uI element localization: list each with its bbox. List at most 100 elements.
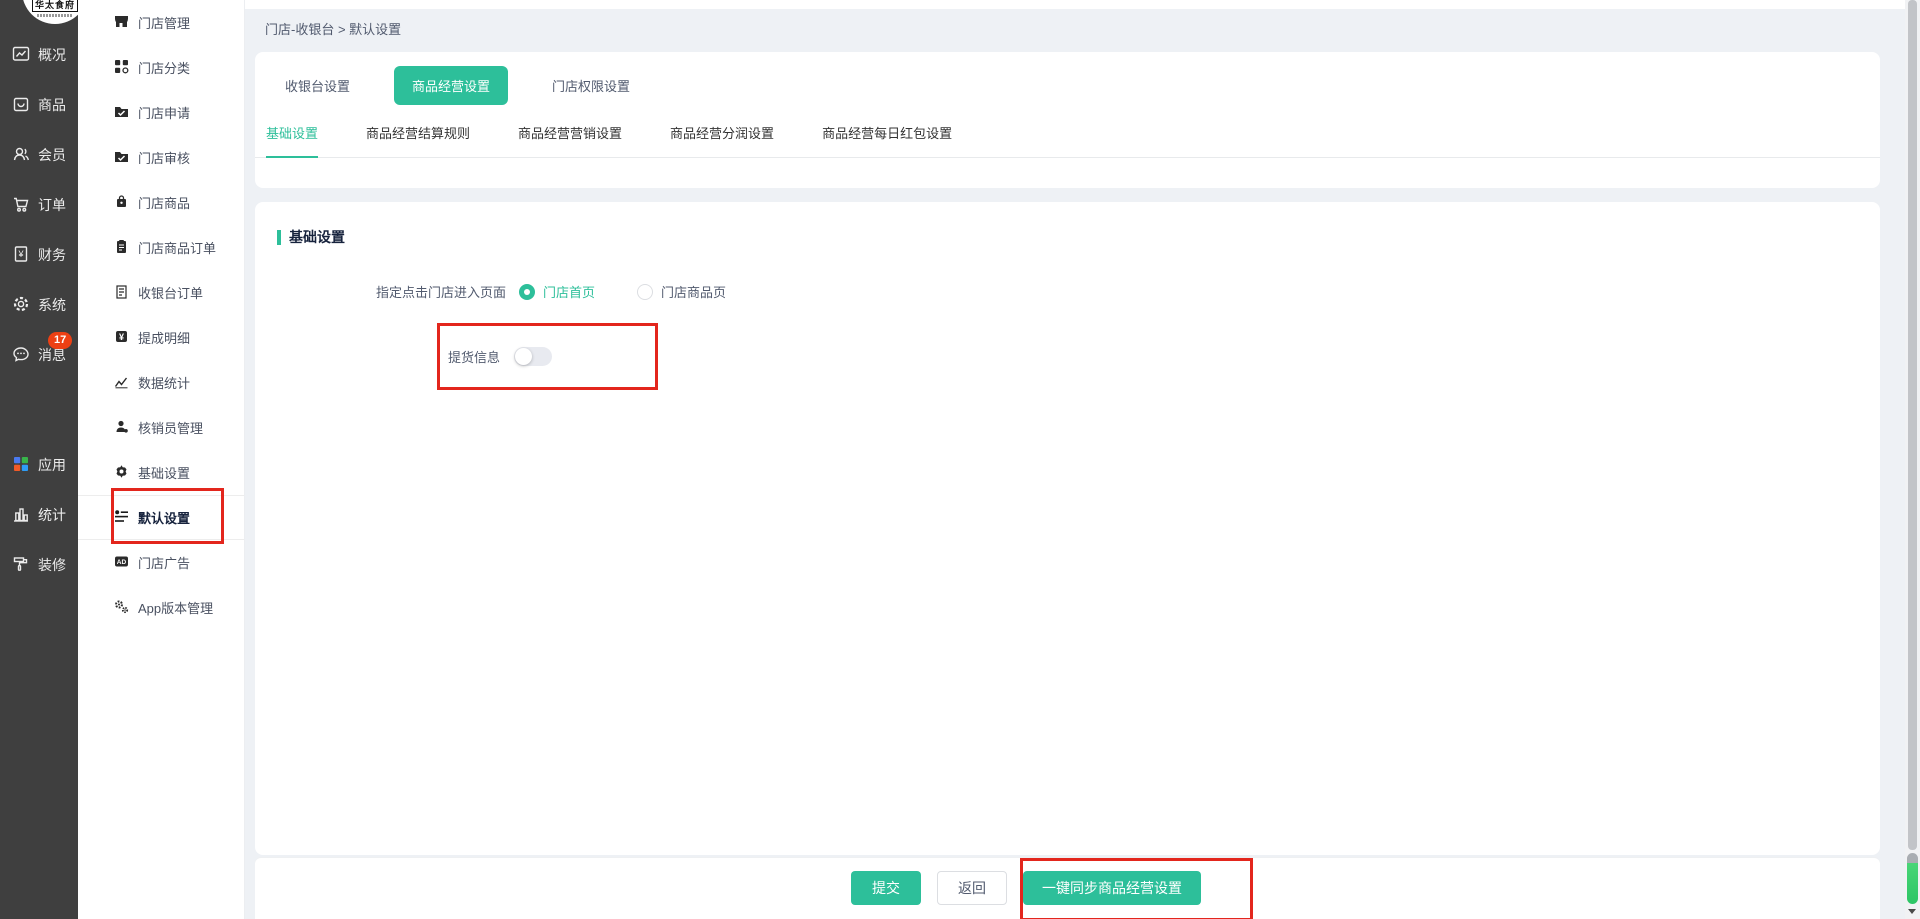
svg-text:AD: AD: [117, 559, 127, 566]
sidebar-item-label: 门店审核: [138, 151, 191, 166]
brand-logo-subtext: [37, 14, 73, 17]
scrollbar-thumb-green[interactable]: [1907, 853, 1918, 904]
back-button[interactable]: 返回: [937, 871, 1007, 905]
clipboard-icon: [114, 239, 129, 257]
subtab-settlement-rules[interactable]: 商品经营结算规则: [366, 123, 470, 157]
sidebar-item-app-version[interactable]: App版本管理: [78, 585, 244, 630]
folder-check-icon: [114, 104, 129, 122]
radio-option-store-home[interactable]: 门店首页: [519, 282, 595, 301]
gears-icon: [114, 599, 129, 617]
section-accent-bar: [277, 229, 281, 245]
sidebar-item-basic-settings[interactable]: 基础设置: [78, 450, 244, 495]
sidebar-item-store-management[interactable]: 门店管理: [78, 0, 244, 45]
section-header: 基础设置: [277, 227, 345, 247]
sidebar-item-label: 门店商品: [138, 196, 191, 211]
content-card: 基础设置 指定点击门店进入页面 门店首页 门店商品页 提货信息: [255, 202, 1880, 855]
primary-nav-label: 商品: [38, 97, 66, 113]
primary-nav-decoration[interactable]: 装修: [0, 540, 78, 590]
gear-icon: [114, 464, 129, 482]
tab-product-operation-settings[interactable]: 商品经营设置: [394, 66, 509, 105]
subtabs-row: 基础设置 商品经营结算规则 商品经营营销设置 商品经营分润设置 商品经营每日红包…: [255, 123, 1880, 158]
page-scrollbar[interactable]: [1905, 0, 1920, 919]
primary-nav-label: 统计: [38, 507, 66, 523]
sidebar-item-verifier-management[interactable]: 核销员管理: [78, 405, 244, 450]
subtab-profit-sharing-settings[interactable]: 商品经营分润设置: [670, 123, 774, 157]
primary-nav-overview[interactable]: 概况: [0, 30, 78, 80]
breadcrumb: 门店-收银台 > 默认设置: [265, 22, 402, 37]
radio-option-store-product-page[interactable]: 门店商品页: [637, 282, 726, 301]
pickup-info-label: 提货信息: [448, 350, 501, 365]
primary-nav-system[interactable]: 系统: [0, 280, 78, 330]
folder-check-icon: [114, 149, 129, 167]
sidebar-item-store-ads[interactable]: AD 门店广告: [78, 540, 244, 585]
entry-page-label: 指定点击门店进入页面: [375, 285, 506, 300]
sidebar-item-store-review[interactable]: 门店审核: [78, 135, 244, 180]
product-box-icon: [11, 94, 31, 117]
scrollbar-down-arrow-icon[interactable]: [1908, 909, 1916, 914]
subtab-marketing-settings[interactable]: 商品经营营销设置: [518, 123, 622, 157]
sync-settings-button[interactable]: 一键同步商品经营设置: [1023, 871, 1201, 905]
primary-nav-apps[interactable]: 应用: [0, 440, 78, 490]
brand-logo-text: 华太食府: [31, 0, 78, 12]
primary-nav-label: 应用: [38, 457, 66, 473]
primary-nav-label: 订单: [38, 197, 66, 213]
radio-option-label: 门店商品页: [661, 285, 727, 300]
primary-nav-messages[interactable]: 17 消息: [0, 330, 78, 380]
sidebar-item-label: 收银台订单: [138, 286, 204, 301]
line-chart-icon: [114, 374, 129, 392]
member-icon: [11, 144, 31, 167]
sidebar-item-store-categories[interactable]: 门店分类: [78, 45, 244, 90]
entry-page-radio-group: 门店首页 门店商品页: [519, 282, 726, 301]
finance-icon: ¥: [11, 244, 31, 267]
svg-text:¥: ¥: [119, 331, 124, 341]
pickup-info-toggle[interactable]: [514, 347, 553, 366]
sidebar-item-label: 默认设置: [138, 511, 191, 526]
sidebar-item-label: 数据统计: [138, 376, 191, 391]
sidebar-item-label: 提成明细: [138, 331, 191, 346]
primary-nav-orders[interactable]: 订单: [0, 180, 78, 230]
tabs-row: 收银台设置 商品经营设置 门店权限设置: [255, 52, 1880, 105]
primary-nav-finance[interactable]: ¥ 财务: [0, 230, 78, 280]
primary-nav-products[interactable]: 商品: [0, 80, 78, 130]
bar-chart-icon: [11, 504, 31, 527]
primary-nav-label: 系统: [38, 297, 66, 313]
primary-nav: 概况 商品 会员 订单 ¥ 财务 系统 17 消息 应用 统计 装修: [0, 30, 78, 590]
shopping-bag-icon: [114, 194, 129, 212]
sidebar-item-label: 门店广告: [138, 556, 191, 571]
radio-unselected-icon[interactable]: [637, 283, 654, 300]
sidebar-item-store-products[interactable]: 门店商品: [78, 180, 244, 225]
svg-text:¥: ¥: [17, 249, 24, 259]
radio-option-label: 门店首页: [543, 285, 596, 300]
dashboard-icon: [11, 44, 31, 67]
sidebar-item-commission-details[interactable]: ¥ 提成明细: [78, 315, 244, 360]
primary-nav-members[interactable]: 会员: [0, 130, 78, 180]
footer-action-bar: 提交 返回 一键同步商品经营设置: [255, 858, 1880, 919]
subtab-daily-red-packet-settings[interactable]: 商品经营每日红包设置: [822, 123, 952, 157]
sidebar-item-label: 核销员管理: [138, 421, 204, 436]
sidebar-item-store-product-orders[interactable]: 门店商品订单: [78, 225, 244, 270]
toggle-knob: [515, 348, 533, 365]
sidebar-item-label: 基础设置: [138, 466, 191, 481]
primary-nav-label: 财务: [38, 247, 66, 263]
gear-icon: [11, 294, 31, 317]
sidebar-item-label: 门店管理: [138, 16, 191, 31]
submit-button[interactable]: 提交: [851, 871, 921, 905]
tab-cashier-settings[interactable]: 收银台设置: [267, 66, 368, 105]
sidebar-item-cashier-orders[interactable]: 收银台订单: [78, 270, 244, 315]
radio-selected-icon[interactable]: [519, 283, 535, 300]
subtab-basic-settings[interactable]: 基础设置: [266, 123, 319, 158]
sidebar-item-data-statistics[interactable]: 数据统计: [78, 360, 244, 405]
receipt-icon: [114, 284, 129, 302]
apps-grid-icon: [11, 454, 31, 477]
scrollbar-thumb[interactable]: [1908, 0, 1917, 850]
category-grid-icon: [114, 59, 129, 77]
sidebar-item-label: 门店商品订单: [138, 241, 217, 256]
primary-sidebar: 华太食府 概况 商品 会员 订单 ¥ 财务 系统 17 消息 应用 统计 装修: [0, 0, 88, 919]
tabs-card: 收银台设置 商品经营设置 门店权限设置 基础设置 商品经营结算规则 商品经营营销…: [255, 52, 1880, 188]
sidebar-item-label: App版本管理: [138, 601, 214, 616]
tab-store-permission-settings[interactable]: 门店权限设置: [534, 66, 648, 105]
sidebar-item-default-settings[interactable]: 默认设置: [78, 495, 244, 540]
primary-nav-statistics[interactable]: 统计: [0, 490, 78, 540]
sidebar-item-store-applications[interactable]: 门店申请: [78, 90, 244, 135]
